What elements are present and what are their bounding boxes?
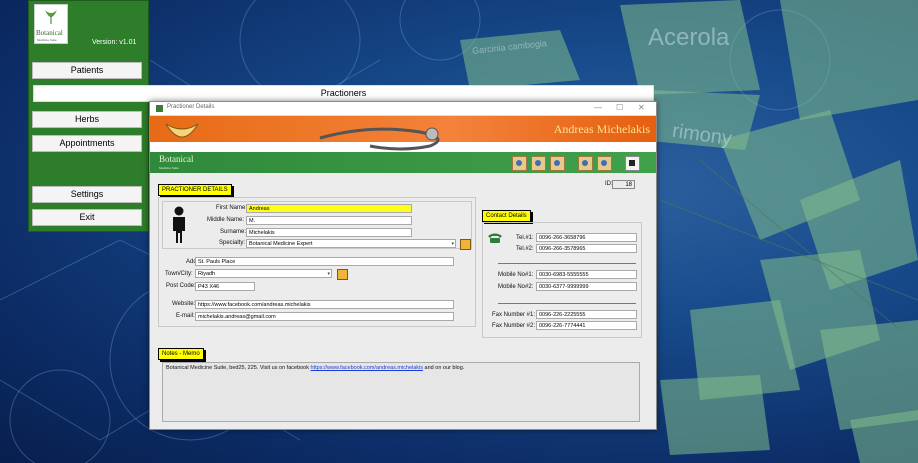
window-app-icon <box>156 105 163 112</box>
memo-text-end: and on our blog. <box>423 365 465 371</box>
postcode-label: Post Code: <box>166 283 196 289</box>
banner-brand: Botanical <box>159 154 194 164</box>
email-field[interactable]: michelakis.andreas@gmail.com <box>195 312 454 321</box>
edit-town-icon[interactable] <box>337 269 348 280</box>
app-logo: Botanical Medicine Suite <box>34 4 68 44</box>
menu-practioners-button[interactable]: Practioners <box>33 85 654 102</box>
banner-brand-subtitle: Medicine Suite <box>159 166 179 170</box>
delete-record-icon[interactable] <box>597 156 612 171</box>
logo-subtitle: Medicine Suite <box>37 38 57 42</box>
new-record-icon[interactable] <box>578 156 593 171</box>
maximize-button[interactable]: ☐ <box>616 103 623 112</box>
tel2-field[interactable]: 0096-266-3578965 <box>536 244 637 253</box>
first-record-icon[interactable] <box>512 156 527 171</box>
specialty-select[interactable]: Botanical Medicine Expert ▾ <box>246 239 456 248</box>
menu-appointments-button[interactable]: Appointments <box>32 135 142 152</box>
fax2-label: Fax Number #2: <box>492 323 536 329</box>
close-button[interactable]: ✕ <box>638 103 645 112</box>
previous-record-icon[interactable] <box>531 156 546 171</box>
town-value: Riyadh <box>198 271 216 277</box>
address-field[interactable]: St. Pauls Place <box>195 257 454 266</box>
town-label: Town/City: <box>165 271 193 277</box>
website-field[interactable]: https://www.facebook.com/andreas.michela… <box>195 300 454 309</box>
window-titlebar[interactable]: Practioner Details — ☐ ✕ <box>150 102 656 116</box>
separator <box>498 263 636 264</box>
mobile1-label: Mobile No#1: <box>498 272 534 278</box>
fax2-field[interactable]: 0096-226-7774441 <box>536 321 637 330</box>
tel1-field[interactable]: 0096-266-3658796 <box>536 233 637 242</box>
edit-specialty-icon[interactable] <box>460 239 471 250</box>
practioner-details-window: Practioner Details — ☐ ✕ Andreas Michela… <box>149 101 657 430</box>
middle-name-label: Middle Name: <box>207 217 245 223</box>
minimize-button[interactable]: — <box>594 103 602 112</box>
person-icon <box>173 206 185 243</box>
bg-word-acerola: Acerola <box>648 24 730 51</box>
memo-facebook-link[interactable]: https://www.facebook.com/andreas.michela… <box>311 365 424 371</box>
header-banner: Andreas Michelakis Botanical Medicine Su… <box>150 116 656 173</box>
specialty-label: Specialty: <box>219 240 246 246</box>
main-menu-panel: Botanical Medicine Suite Version: v1.01 … <box>28 0 149 232</box>
website-label: Website: <box>172 301 196 307</box>
first-name-field[interactable]: Andreas <box>246 204 412 213</box>
menu-patients-button[interactable]: Patients <box>32 62 142 79</box>
contact-details-heading: Contact Details <box>482 210 531 222</box>
window-title: Practioner Details <box>167 104 215 110</box>
mobile2-label: Mobile No#2: <box>498 284 534 290</box>
surname-label: Surname: <box>220 229 247 235</box>
fax1-field[interactable]: 0096-226-2225555 <box>536 310 637 319</box>
menu-exit-button[interactable]: Exit <box>32 209 142 226</box>
chevron-down-icon: ▾ <box>451 241 454 247</box>
memo-text-start: Botanical Medicine Suite, bed25, 225. Vi… <box>166 365 311 371</box>
fax1-label: Fax Number #1: <box>492 312 536 318</box>
banner-leaf-icon <box>165 123 199 138</box>
specialty-value: Botanical Medicine Expert <box>249 241 313 247</box>
mobile2-field[interactable]: 0030-6377-9999999 <box>536 282 637 291</box>
tel2-label: Tel.#2: <box>516 246 534 252</box>
email-label: E-mail: <box>176 313 195 319</box>
banner-practioner-name: Andreas Michelakis <box>553 122 650 136</box>
town-select[interactable]: Riyadh ▾ <box>195 269 332 278</box>
chevron-down-icon: ▾ <box>327 271 330 277</box>
leaf-logo-icon <box>45 10 57 24</box>
separator <box>498 303 636 304</box>
mobile1-field[interactable]: 0030-6983-5555555 <box>536 270 637 279</box>
id-field: 18 <box>612 180 635 189</box>
menu-settings-button[interactable]: Settings <box>32 186 142 203</box>
menu-herbs-button[interactable]: Herbs <box>32 111 142 128</box>
practioner-details-heading: PRACTIONER DETAILS <box>158 184 232 196</box>
logo-title: Botanical <box>36 29 63 37</box>
first-name-label: First Name: <box>216 205 248 211</box>
surname-field[interactable]: Michelakis <box>246 228 412 237</box>
middle-name-field[interactable]: M. <box>246 216 412 225</box>
postcode-field[interactable]: P43 X46 <box>195 282 255 291</box>
telephone-icon <box>488 233 502 243</box>
next-record-icon[interactable] <box>550 156 565 171</box>
notes-memo-field[interactable]: Botanical Medicine Suite, bed25, 225. Vi… <box>162 362 640 422</box>
stethoscope-icon <box>319 127 440 151</box>
tel1-label: Tel.#1: <box>516 235 534 241</box>
version-label: Version: v1.01 <box>92 39 137 46</box>
save-icon[interactable] <box>625 156 640 171</box>
notes-memo-heading: Notes - Memo <box>158 348 204 360</box>
